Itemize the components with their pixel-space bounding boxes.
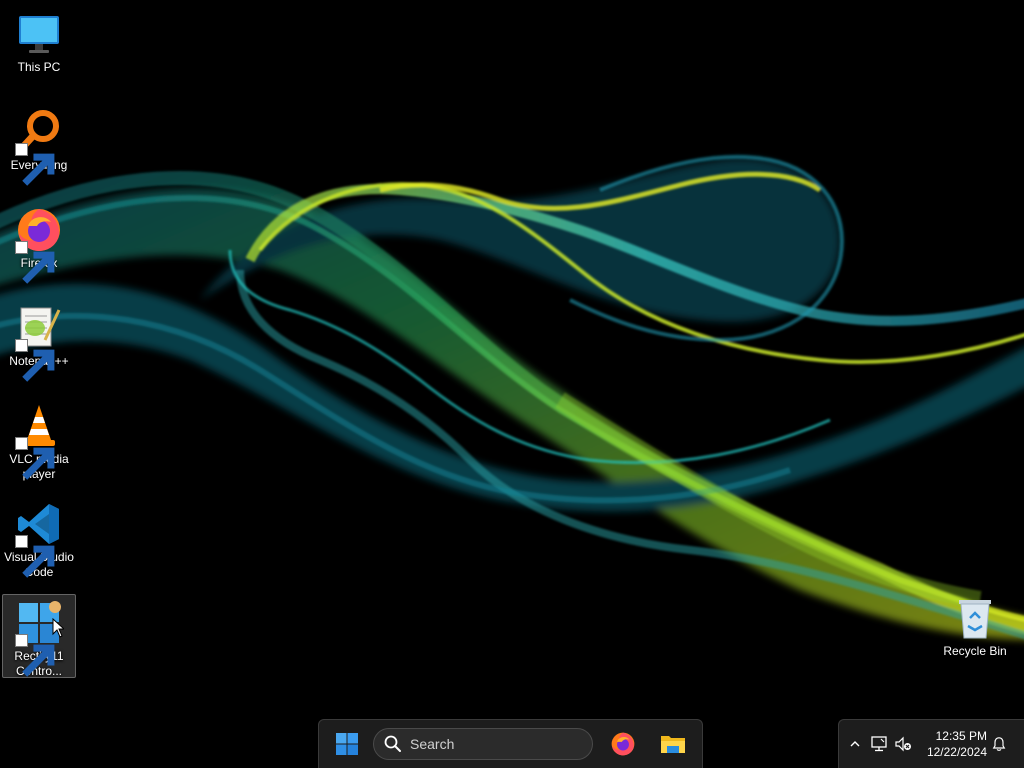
volume-muted-icon xyxy=(895,736,911,752)
notification-button[interactable] xyxy=(989,734,1009,754)
chevron-up-icon xyxy=(850,741,860,747)
vscode-icon xyxy=(15,500,63,578)
tray-overflow-button[interactable] xyxy=(845,734,865,754)
desktop-icon-this-pc[interactable]: This PC xyxy=(2,6,76,92)
wallpaper xyxy=(0,154,1024,640)
desktop-icon-rectify11-control-panel[interactable]: Rectify11 Contro... xyxy=(2,594,76,678)
taskbar-firefox-button[interactable] xyxy=(603,728,643,760)
monitor-icon xyxy=(15,10,63,58)
shortcut-arrow-icon xyxy=(15,535,55,578)
search-placeholder: Search xyxy=(410,736,455,752)
recycle-bin-icon xyxy=(951,594,999,642)
clock-button[interactable]: 12:35 PM 12/22/2024 xyxy=(915,728,987,760)
search-input[interactable]: Search xyxy=(373,728,593,760)
recycle-bin-label: Recycle Bin xyxy=(943,644,1007,658)
tray-network-button[interactable] xyxy=(869,734,889,754)
clock-time: 12:35 PM xyxy=(935,729,987,743)
taskbar-file-explorer-button[interactable] xyxy=(653,728,693,760)
shortcut-arrow-icon xyxy=(15,241,55,284)
start-button[interactable] xyxy=(327,728,367,760)
shortcut-arrow-icon xyxy=(15,437,55,480)
vlc-cone-icon xyxy=(15,402,63,480)
desktop[interactable]: This PC Everything Firefox Notepad++ VLC… xyxy=(0,0,1024,768)
desktop-icon-recycle-bin[interactable]: Recycle Bin xyxy=(940,594,1010,659)
system-tray: 12:35 PM 12/22/2024 xyxy=(838,719,1024,768)
desktop-icon-label: This PC xyxy=(17,60,61,74)
shortcut-arrow-icon xyxy=(15,339,55,382)
everything-search-icon xyxy=(15,108,63,186)
clock-date: 12/22/2024 xyxy=(926,745,987,759)
folder-icon xyxy=(661,736,685,753)
bell-icon xyxy=(992,737,1006,751)
shortcut-arrow-icon xyxy=(15,143,55,186)
desktop-icon-firefox[interactable]: Firefox xyxy=(2,202,76,288)
desktop-icon-vlc[interactable]: VLC media player xyxy=(2,398,76,484)
firefox-icon xyxy=(15,206,63,284)
notepad-plus-plus-icon xyxy=(15,304,63,382)
mouse-cursor-icon xyxy=(52,618,64,638)
firefox-icon xyxy=(611,732,635,756)
tray-volume-button[interactable] xyxy=(893,734,913,754)
network-monitor-icon xyxy=(871,736,887,752)
desktop-icon-vscode[interactable]: Visual Studio Code xyxy=(2,496,76,582)
desktop-icon-notepad-plus-plus[interactable]: Notepad++ xyxy=(2,300,76,386)
windows-start-icon xyxy=(336,733,358,755)
shortcut-arrow-icon xyxy=(15,634,55,677)
search-icon xyxy=(384,735,401,752)
taskbar: Search xyxy=(318,719,703,768)
desktop-icon-everything[interactable]: Everything xyxy=(2,104,76,190)
